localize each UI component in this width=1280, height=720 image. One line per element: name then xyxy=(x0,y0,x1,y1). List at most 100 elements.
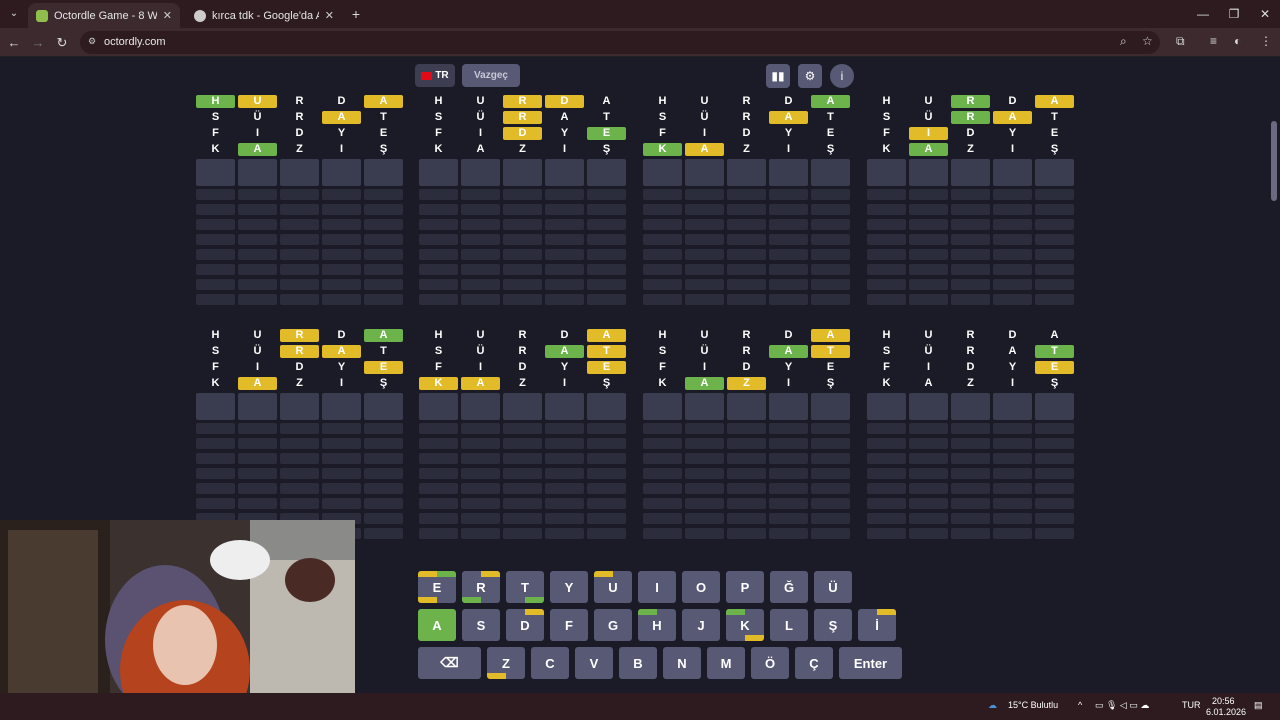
empty-tile xyxy=(1035,234,1074,245)
letter-tile: Ü xyxy=(476,111,485,123)
empty-tile xyxy=(280,393,319,420)
media-icon[interactable]: ≡ xyxy=(1210,34,1217,48)
key-N[interactable]: N xyxy=(663,647,701,679)
key-Z[interactable]: Z xyxy=(487,647,525,679)
key-G[interactable]: G xyxy=(594,609,632,641)
give-up-button[interactable]: Vazgeç xyxy=(462,64,520,87)
tray-icons[interactable]: ▭ 🎙 ◁ ▭ ☁ xyxy=(1095,700,1149,711)
key-P[interactable]: P xyxy=(726,571,764,603)
key-Y[interactable]: Y xyxy=(550,571,588,603)
bookmark-star-icon[interactable]: ☆ xyxy=(1142,34,1153,48)
backspace-key[interactable]: ⌫ xyxy=(418,647,481,679)
board-4: HURDASÜRATFIDYEKAZIŞ xyxy=(867,95,1075,309)
stats-icon[interactable]: ▮▮ xyxy=(766,64,790,88)
letter-tile: E xyxy=(1050,127,1059,139)
empty-tile xyxy=(238,453,277,464)
page-scrollbar[interactable] xyxy=(1271,121,1277,201)
notifications-icon[interactable]: ▤ xyxy=(1254,700,1263,711)
key-T[interactable]: T xyxy=(506,571,544,603)
close-tab-icon[interactable]: ✕ xyxy=(325,9,334,22)
key-A[interactable]: A xyxy=(418,609,456,641)
key-Ü[interactable]: Ü xyxy=(814,571,852,603)
letter-tile: R xyxy=(742,111,751,123)
board-3: HURDASÜRATFIDYEKAZIŞ xyxy=(643,95,851,309)
tab-google[interactable]: kırca tdk - Google'da Ara ✕ xyxy=(186,3,342,28)
empty-tile xyxy=(322,264,361,275)
empty-tile xyxy=(811,438,850,449)
site-info-icon[interactable]: ⚙ xyxy=(88,36,96,47)
empty-tile xyxy=(909,219,948,230)
empty-tile xyxy=(909,453,948,464)
key-B[interactable]: B xyxy=(619,647,657,679)
key-I[interactable]: I xyxy=(638,571,676,603)
clock-date[interactable]: 6.01.2026 xyxy=(1206,707,1246,717)
empty-tile xyxy=(545,528,584,539)
key-Ç[interactable]: Ç xyxy=(795,647,833,679)
empty-tile xyxy=(503,159,542,186)
empty-tile xyxy=(811,234,850,245)
tab-search-icon[interactable]: ⌄ xyxy=(5,5,23,23)
empty-tile xyxy=(769,468,808,479)
letter-tile: D xyxy=(560,329,569,341)
letter-tile: K xyxy=(419,377,458,390)
empty-tile xyxy=(419,264,458,275)
profile-icon[interactable]: ◐ xyxy=(1234,34,1241,48)
key-R[interactable]: R xyxy=(462,571,500,603)
key-D[interactable]: D xyxy=(506,609,544,641)
guess-row: HURDA xyxy=(196,329,404,342)
menu-icon[interactable]: ⋮ xyxy=(1260,34,1272,48)
tray-chevron-icon[interactable]: ^ xyxy=(1078,700,1082,710)
key-C[interactable]: C xyxy=(531,647,569,679)
info-icon[interactable]: i xyxy=(830,64,854,88)
key-F[interactable]: F xyxy=(550,609,588,641)
empty-tile xyxy=(867,483,906,494)
key-S[interactable]: S xyxy=(462,609,500,641)
key-Ö[interactable]: Ö xyxy=(751,647,789,679)
weather-text[interactable]: 15°C Bulutlu xyxy=(1008,700,1058,710)
empty-tile xyxy=(280,204,319,215)
zoom-icon[interactable]: ⌕ xyxy=(1120,34,1127,49)
empty-tile xyxy=(993,468,1032,479)
back-icon[interactable]: ← xyxy=(4,33,24,53)
empty-tile xyxy=(993,294,1032,305)
extensions-icon[interactable]: ⧉ xyxy=(1176,34,1185,49)
key-H[interactable]: H xyxy=(638,609,676,641)
key-U[interactable]: U xyxy=(594,571,632,603)
empty-tile xyxy=(280,483,319,494)
close-tab-icon[interactable]: ✕ xyxy=(163,9,172,22)
url-text[interactable]: octordly.com xyxy=(104,36,166,48)
enter-key[interactable]: Enter xyxy=(839,647,902,679)
close-window-icon[interactable]: ✕ xyxy=(1250,4,1280,24)
key-hint-marker xyxy=(726,609,745,615)
forward-icon[interactable]: → xyxy=(28,33,48,53)
new-tab-icon[interactable]: + xyxy=(346,4,366,24)
letter-tile: A xyxy=(769,111,808,124)
empty-tile xyxy=(238,423,277,434)
key-J[interactable]: J xyxy=(682,609,720,641)
key-O[interactable]: O xyxy=(682,571,720,603)
input-language[interactable]: TUR xyxy=(1182,700,1201,710)
language-button[interactable]: TR xyxy=(415,64,455,87)
key-V[interactable]: V xyxy=(575,647,613,679)
empty-tile xyxy=(769,498,808,509)
key-E[interactable]: E xyxy=(418,571,456,603)
letter-tile: Z xyxy=(296,143,303,155)
key-Ş[interactable]: Ş xyxy=(814,609,852,641)
key-Ğ[interactable]: Ğ xyxy=(770,571,808,603)
key-İ[interactable]: İ xyxy=(858,609,896,641)
reload-icon[interactable]: ↻ xyxy=(52,33,72,53)
empty-tile xyxy=(867,264,906,275)
address-bar[interactable]: ⚙ octordly.com ⌕ ☆ xyxy=(80,31,1160,54)
empty-tile xyxy=(461,438,500,449)
key-K[interactable]: K xyxy=(726,609,764,641)
settings-icon[interactable]: ⚙ xyxy=(798,64,822,88)
clock-time[interactable]: 20:56 xyxy=(1212,696,1235,706)
minimize-icon[interactable]: — xyxy=(1188,4,1218,24)
empty-tile xyxy=(909,249,948,260)
key-M[interactable]: M xyxy=(707,647,745,679)
key-L[interactable]: L xyxy=(770,609,808,641)
empty-row xyxy=(867,279,1075,290)
tab-octordle[interactable]: Octordle Game - 8 Words Wor ✕ xyxy=(28,3,180,28)
restore-icon[interactable]: ❐ xyxy=(1219,4,1249,24)
empty-tile xyxy=(587,294,626,305)
